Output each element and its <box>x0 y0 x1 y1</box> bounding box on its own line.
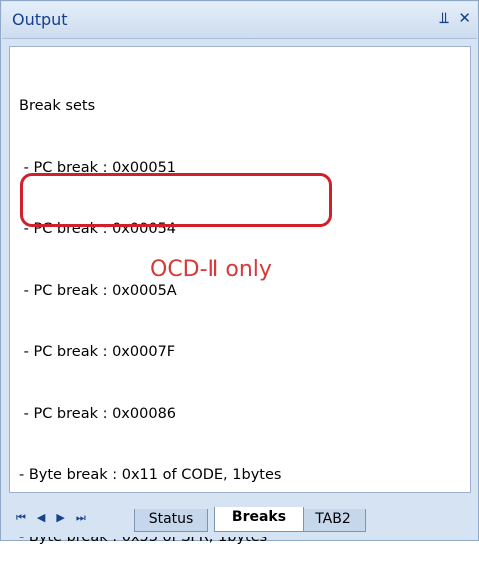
output-line: - PC break : 0x00086 <box>19 405 177 422</box>
tab-tab2[interactable]: TAB2 <box>300 509 366 532</box>
panel-titlebar: Output ⫫ ✕ <box>2 2 477 39</box>
output-content[interactable]: Break sets - PC break : 0x00051 - PC bre… <box>9 46 471 545</box>
annotation-label: OCD-Ⅱ only <box>150 257 272 282</box>
tab-breaks[interactable]: Breaks <box>214 507 304 532</box>
output-line: - Byte break : 0x11 of CODE, 1bytes <box>19 467 282 483</box>
title-buttons: ⫫ ✕ <box>440 9 471 27</box>
last-tab-icon[interactable]: ⏭ <box>76 511 86 525</box>
pin-icon[interactable]: ⫫ <box>440 9 448 27</box>
output-heading: Break sets <box>19 98 96 114</box>
output-panel: Output ⫫ ✕ Break sets - PC break : 0x000… <box>0 0 479 545</box>
tab-bar: ⏮ ◀ ▶ ⏭ Status Breaks TAB2 <box>2 497 477 537</box>
highlight-box <box>20 173 332 227</box>
first-tab-icon[interactable]: ⏮ <box>16 511 26 525</box>
tab-navigation: ⏮ ◀ ▶ ⏭ <box>16 511 86 525</box>
output-line: - PC break : 0x0005A <box>19 282 177 299</box>
panel-title: Output <box>12 10 68 29</box>
tab-status[interactable]: Status <box>134 509 208 532</box>
output-line: - PC break : 0x0007F <box>19 344 176 360</box>
close-icon[interactable]: ✕ <box>458 9 471 27</box>
next-tab-icon[interactable]: ▶ <box>56 511 64 525</box>
prev-tab-icon[interactable]: ◀ <box>37 511 45 525</box>
